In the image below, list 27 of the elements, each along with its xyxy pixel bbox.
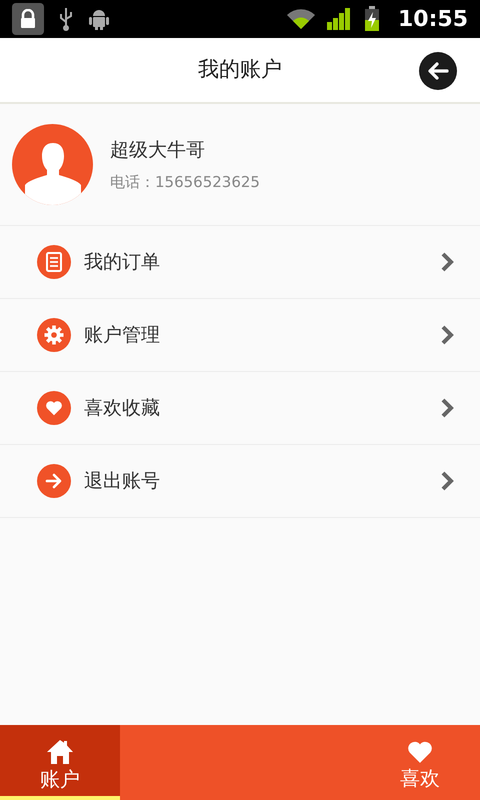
chevron-right-icon [440,470,454,492]
user-name: 超级大牛哥 [110,138,206,163]
heart-icon [406,740,434,764]
menu-item[interactable]: 我的订单 [0,226,480,299]
clock-text: 10:55 [398,6,468,34]
chevron-right-icon [440,324,454,346]
document-icon [37,245,71,279]
arrow-right-icon [37,464,71,498]
home-icon [46,738,74,764]
chevron-right-icon [440,251,454,273]
gear-icon [37,318,71,352]
tab[interactable]: 喜欢 [360,725,480,800]
signal-icon [326,7,352,31]
back-button[interactable] [419,52,457,90]
menu-item[interactable]: 喜欢收藏 [0,372,480,445]
usb-icon [58,6,74,32]
chevron-right-icon [440,397,454,419]
menu-item[interactable]: 退出账号 [0,445,480,518]
battery-icon [364,6,380,32]
phone-text: 电话：15656523625 [110,172,260,192]
arrow-left-icon [427,61,449,81]
tab[interactable]: 账户 [0,725,120,800]
wifi-icon [286,7,316,31]
lock-icon [12,3,44,35]
menu-item[interactable]: 账户管理 [0,299,480,372]
android-icon [88,7,110,31]
header-title: 我的账户 [198,56,282,84]
